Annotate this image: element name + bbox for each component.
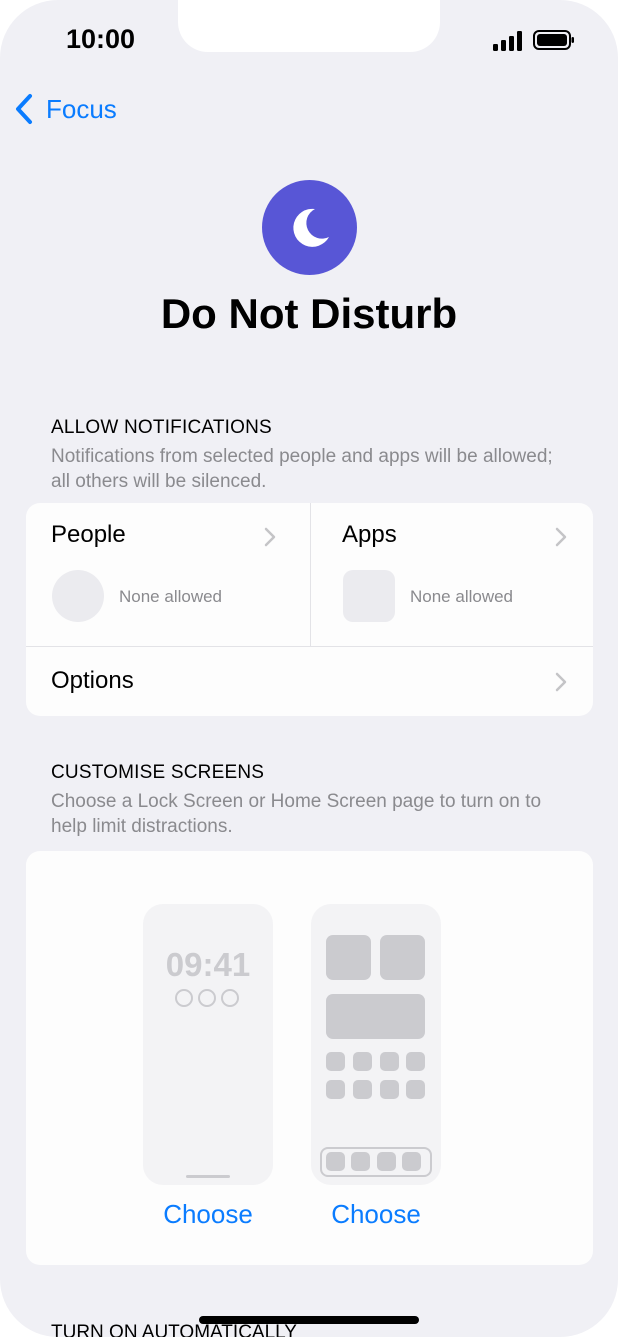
widget-placeholder — [326, 994, 425, 1039]
moon-icon — [292, 208, 329, 247]
apps-label: Apps — [342, 521, 397, 548]
allow-notifications-header: ALLOW NOTIFICATIONS — [51, 417, 272, 438]
apps-status: None allowed — [410, 587, 514, 606]
home-screen-preview[interactable] — [311, 904, 441, 1185]
app-icon-placeholder — [353, 1080, 372, 1099]
page-title: Do Not Disturb — [160, 290, 458, 337]
apps-cell[interactable]: Apps None allowed — [311, 503, 593, 646]
app-icon-placeholder — [326, 1052, 345, 1071]
chevron-right-icon — [264, 527, 276, 547]
app-icon-placeholder — [402, 1152, 421, 1171]
customise-screens-card: 09:41 Choose Choose — [26, 851, 593, 1265]
choose-home-screen-button[interactable]: Choose — [311, 1199, 441, 1230]
mini-home-indicator — [186, 1175, 230, 1178]
app-icon-placeholder — [380, 1080, 399, 1099]
allow-notifications-description: Notifications from selected people and a… — [51, 446, 553, 492]
chevron-right-icon — [555, 672, 567, 692]
options-label: Options — [51, 667, 134, 694]
back-label: Focus — [46, 93, 117, 124]
app-icon-placeholder — [351, 1152, 370, 1171]
choose-lock-screen-button[interactable]: Choose — [143, 1199, 273, 1230]
app-icon-placeholder — [353, 1052, 372, 1071]
people-avatar-placeholder — [52, 570, 104, 622]
widget-ring-icon — [221, 989, 239, 1007]
lock-screen-time: 09:41 — [165, 946, 251, 983]
chevron-right-icon — [555, 527, 567, 547]
widget-ring-icon — [198, 989, 216, 1007]
cellular-signal-icon — [493, 31, 522, 51]
chevron-left-icon — [16, 94, 32, 124]
app-icon-placeholder — [380, 1052, 399, 1071]
turn-on-automatically-header: TURN ON AUTOMATICALLY — [51, 1322, 297, 1337]
app-icon-placeholder — [377, 1152, 396, 1171]
device-screen: 10:00 Focus Do Not Disturb ALLOW NOTIFIC… — [0, 0, 618, 1337]
app-icon-placeholder — [326, 1152, 345, 1171]
people-label: People — [51, 521, 126, 548]
app-icon-placeholder — [406, 1052, 425, 1071]
allow-notifications-card: People None allowed Apps None allowed Op… — [26, 503, 593, 716]
customise-screens-header: CUSTOMISE SCREENS — [51, 762, 265, 783]
dock-placeholder — [320, 1147, 432, 1177]
home-indicator[interactable] — [199, 1316, 419, 1324]
focus-icon-circle — [262, 180, 357, 275]
widget-ring-icon — [175, 989, 193, 1007]
app-icon-placeholder — [326, 1080, 345, 1099]
widget-placeholder — [326, 935, 371, 980]
customise-screens-description: Choose a Lock Screen or Home Screen page… — [51, 791, 542, 837]
people-status: None allowed — [119, 587, 223, 606]
app-icon-placeholder — [406, 1080, 425, 1099]
app-icon-placeholder — [343, 570, 395, 622]
options-row[interactable]: Options — [26, 647, 593, 716]
notch — [178, 0, 440, 52]
people-cell[interactable]: People None allowed — [26, 503, 310, 646]
widget-placeholder — [380, 935, 425, 980]
status-time: 10:00 — [66, 24, 136, 54]
lock-screen-preview[interactable]: 09:41 — [143, 904, 273, 1185]
battery-icon — [533, 30, 574, 50]
back-button[interactable]: Focus — [14, 92, 117, 126]
